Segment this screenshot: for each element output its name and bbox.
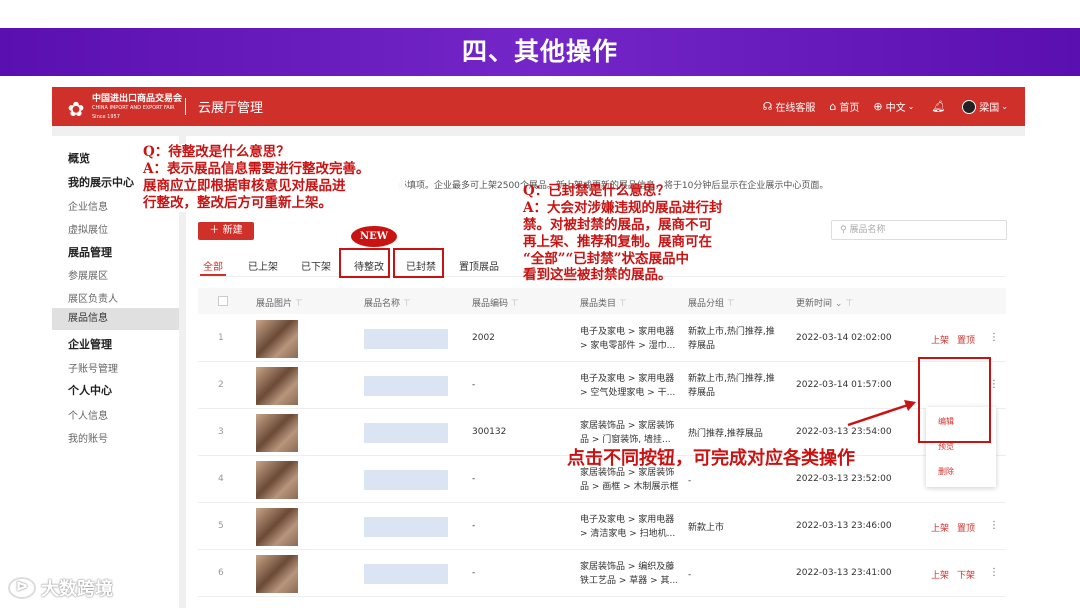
watermark-logo-icon: ᐅ [8,577,36,599]
watermark: ᐅ 大数跨境 [8,575,113,601]
pointer-arrow-icon [847,400,916,427]
